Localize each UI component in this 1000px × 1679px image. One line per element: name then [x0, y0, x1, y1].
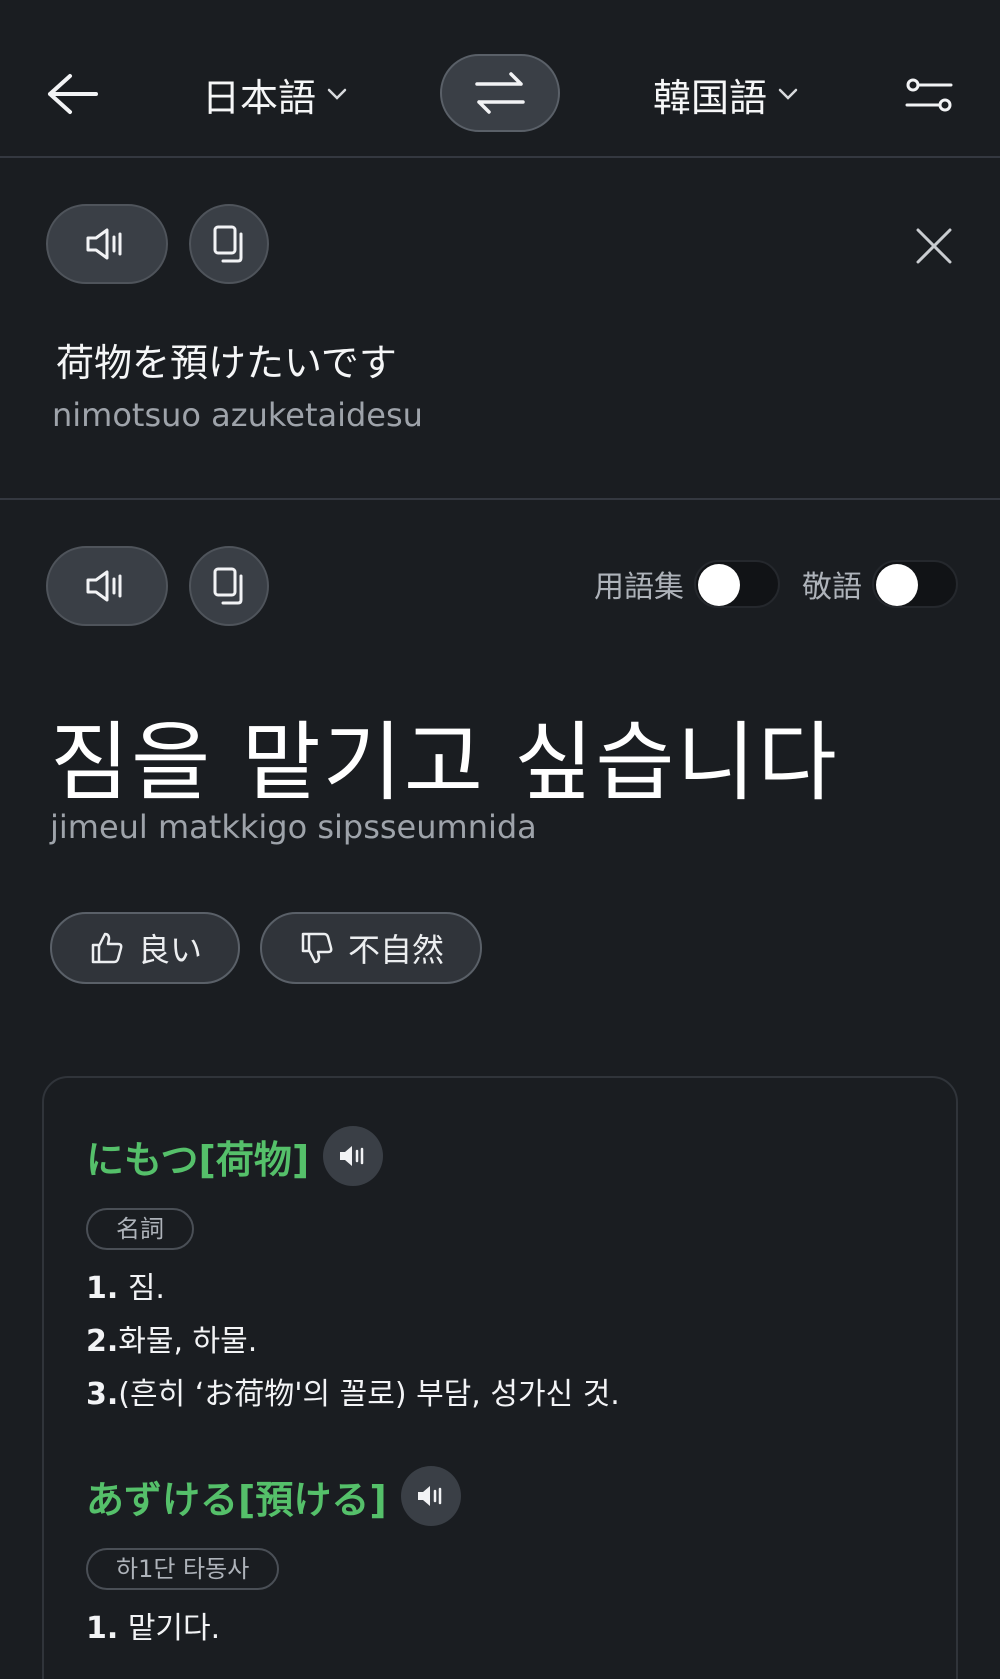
swap-arrows-icon [475, 72, 525, 114]
option-toggles: 用語集 敬語 [594, 560, 958, 608]
dictionary-card: にもつ[荷物] 名詞 1. 짐. 2.화물, 하물. 3.(흔히 ‘お荷物'의 … [42, 1076, 958, 1679]
speaker-icon [86, 570, 122, 602]
definition-list: 1. 맡기다. [86, 1602, 461, 1655]
glossary-toggle[interactable] [694, 560, 780, 608]
headword-speak-button[interactable] [323, 1126, 384, 1186]
source-panel: 荷物を預けたいです nimotsuo azuketaidesu [0, 160, 1000, 500]
definition-item: 3.(흔히 ‘お荷物'의 꼴로) 부담, 성가신 것. [86, 1377, 620, 1412]
source-romanization: nimotsuo azuketaidesu [52, 396, 423, 434]
feedback-good-button[interactable]: 良い [50, 912, 240, 984]
definition-item: 1. 맡기다. [86, 1611, 221, 1646]
chevron-down-icon [326, 83, 348, 105]
honorific-toggle-group: 敬語 [802, 560, 958, 608]
part-of-speech-badge: 名詞 [86, 1208, 194, 1250]
translator-screen: 日本語 韓国語 荷物を預けたいです nimotsuo azuketaidesu … [0, 0, 1000, 1679]
swap-languages-button[interactable] [440, 54, 560, 132]
definition-item: 2.화물, 하물. [86, 1324, 258, 1359]
settings-button[interactable] [904, 70, 954, 120]
honorific-toggle[interactable] [872, 560, 958, 608]
feedback-unnatural-label: 不自然 [348, 931, 445, 969]
headword-text[interactable]: にもつ[荷物] [86, 1129, 309, 1184]
result-panel: 用語集 敬語 짐을 맡기고 싶습니다 jimeul matkkigo sipss… [0, 502, 1000, 1679]
toggle-knob [698, 564, 740, 606]
source-text[interactable]: 荷物を預けたいです [56, 332, 397, 387]
speaker-icon [86, 228, 122, 260]
source-copy-button[interactable] [189, 204, 269, 284]
glossary-toggle-group: 用語集 [594, 560, 780, 608]
toggle-knob [876, 564, 918, 606]
headword-speak-button[interactable] [400, 1466, 461, 1526]
dictionary-entry: にもつ[荷物] 名詞 1. 짐. 2.화물, 하물. 3.(흔히 ‘お荷物'의 … [86, 1126, 620, 1421]
top-bar: 日本語 韓国語 [0, 0, 1000, 158]
source-language-selector[interactable]: 日本語 [202, 68, 348, 120]
target-language-label: 韓国語 [653, 75, 768, 120]
dictionary-headword: あずける[預ける] [86, 1466, 461, 1526]
translated-romanization: jimeul matkkigo sipsseumnida [50, 808, 537, 846]
result-copy-button[interactable] [189, 546, 269, 626]
copy-icon [213, 567, 243, 605]
target-language-selector[interactable]: 韓国語 [653, 68, 799, 120]
back-button[interactable] [44, 66, 100, 122]
thumbs-down-icon [301, 932, 333, 964]
dictionary-headword: にもつ[荷物] [86, 1126, 620, 1186]
dictionary-entry: あずける[預ける] 하1단 타동사 1. 맡기다. [86, 1466, 461, 1655]
definition-item: 1. 짐. [86, 1271, 165, 1306]
part-of-speech-badge: 하1단 타동사 [86, 1548, 280, 1590]
arrow-left-icon [48, 74, 98, 114]
thumbs-up-icon [91, 932, 123, 964]
close-icon [916, 228, 952, 264]
result-speak-button[interactable] [46, 546, 168, 626]
headword-text[interactable]: あずける[預ける] [86, 1469, 387, 1524]
definition-list: 1. 짐. 2.화물, 하물. 3.(흔히 ‘お荷物'의 꼴로) 부담, 성가신… [86, 1262, 620, 1421]
feedback-unnatural-button[interactable]: 不自然 [260, 912, 482, 984]
feedback-good-label: 良い [138, 931, 203, 969]
speaker-icon [340, 1146, 364, 1166]
clear-input-button[interactable] [908, 220, 960, 272]
source-speak-button[interactable] [46, 204, 168, 284]
sliders-icon [905, 78, 953, 112]
speaker-icon [417, 1486, 441, 1506]
copy-icon [213, 225, 243, 263]
source-language-label: 日本語 [202, 75, 317, 120]
honorific-label: 敬語 [802, 570, 862, 605]
translated-text: 짐을 맡기고 싶습니다 [50, 713, 839, 813]
chevron-down-icon [777, 83, 799, 105]
glossary-label: 用語集 [594, 570, 684, 605]
